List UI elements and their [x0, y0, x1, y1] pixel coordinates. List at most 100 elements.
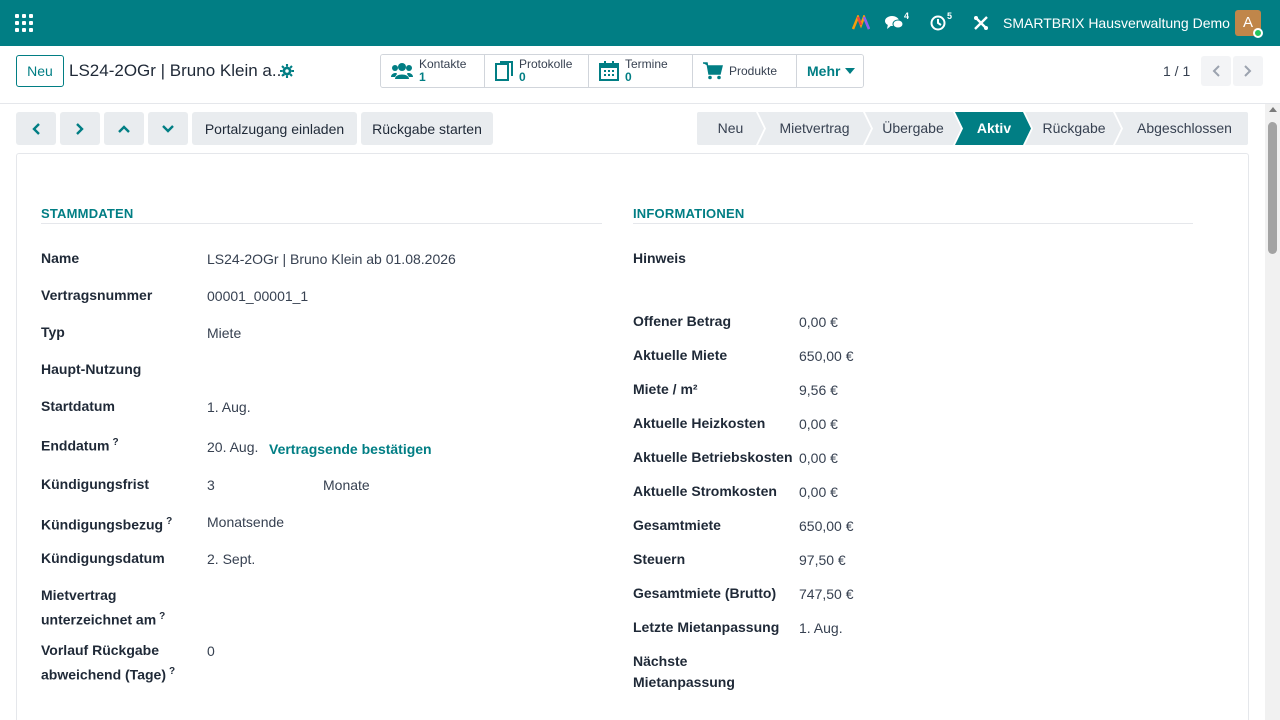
smart-button-count: 1: [419, 70, 426, 84]
label-contract-number: Vertragsnummer: [41, 287, 153, 303]
nav-next-button[interactable]: [60, 112, 100, 145]
smart-button-produkte[interactable]: Produkte: [693, 55, 797, 87]
scrollbar-thumb[interactable]: [1268, 122, 1277, 254]
nav-previous-button[interactable]: [16, 112, 56, 145]
users-icon: [391, 63, 413, 79]
label-end-date-text: Enddatum: [41, 437, 110, 454]
label-rent-per-sqm: Miete / m²: [633, 381, 698, 397]
value-contract-number[interactable]: 00001_00001_1: [207, 288, 308, 304]
caret-down-icon: [845, 68, 856, 74]
smart-button-protokolle[interactable]: Protokolle 0: [485, 55, 589, 87]
label-name: Name: [41, 250, 80, 266]
label-total-rent: Gesamtmiete: [633, 517, 721, 533]
value-rent-per-sqm[interactable]: 9,56 €: [799, 382, 838, 398]
smart-button-kontakte[interactable]: Kontakte 1: [381, 55, 485, 87]
top-navbar: 4 5 SMARTBRIX Hausverwaltung Demo A: [0, 0, 1280, 46]
value-notice-reference[interactable]: Monatsende: [207, 514, 284, 530]
label-return-lead-line2: abweichend (Tage): [41, 666, 166, 683]
smart-button-termine[interactable]: Termine 0: [589, 55, 693, 87]
label-type: Typ: [41, 324, 65, 340]
pager-value[interactable]: 1 / 1: [1163, 63, 1190, 79]
smart-button-label: Kontakte: [419, 57, 467, 71]
label-hint: Hinweis: [633, 250, 686, 266]
discuss-button[interactable]: 4: [885, 0, 909, 46]
start-return-button[interactable]: Rückgabe starten: [361, 112, 493, 145]
value-return-lead[interactable]: 0: [207, 643, 215, 659]
apps-menu-icon[interactable]: [15, 14, 33, 32]
stage-rueckgabe[interactable]: Rückgabe: [1033, 112, 1115, 145]
scroll-up-arrow-icon[interactable]: [1269, 107, 1277, 112]
label-notice-reference: Kündigungsbezug?: [41, 511, 172, 536]
label-signed-on-line2: unterzeichnet am: [41, 611, 157, 628]
value-notice-unit[interactable]: Monate: [323, 477, 370, 493]
form-sheet: STAMMDATEN Name LS24-2OGr | Bruno Klein …: [16, 153, 1249, 720]
chat-icon: [885, 16, 903, 29]
label-operating-costs: Aktuelle Betriebskosten: [633, 449, 793, 465]
value-notice-period[interactable]: 3: [207, 477, 215, 493]
value-name[interactable]: LS24-2OGr | Bruno Klein ab 01.08.2026: [207, 251, 456, 267]
stage-uebergabe[interactable]: Übergabe: [873, 112, 953, 145]
stage-aktiv[interactable]: Aktiv: [963, 112, 1025, 145]
value-open-amount[interactable]: 0,00 €: [799, 314, 838, 330]
label-electricity-costs: Aktuelle Stromkosten: [633, 483, 777, 499]
record-breadcrumb-title: LS24-2OGr | Bruno Klein a...: [69, 61, 287, 80]
label-next-rent-adjustment-line2: Mietanpassung: [633, 674, 735, 690]
value-electricity-costs[interactable]: 0,00 €: [799, 484, 838, 500]
app-logo-icon[interactable]: [852, 0, 870, 46]
label-notice-period: Kündigungsfrist: [41, 476, 150, 492]
pager-next-button[interactable]: [1233, 56, 1263, 86]
smart-button-label: Protokolle: [519, 57, 573, 71]
nav-up-button[interactable]: [104, 112, 144, 145]
label-signed-on: Mietvertrag unterzeichnet am?: [41, 585, 165, 631]
chevron-right-icon: [1244, 65, 1252, 77]
help-tooltip-icon[interactable]: ?: [169, 666, 175, 677]
new-record-button[interactable]: Neu: [16, 55, 64, 87]
label-next-rent-adjustment: Nächste Mietanpassung: [633, 651, 735, 693]
label-heating-costs: Aktuelle Heizkosten: [633, 415, 766, 431]
gear-icon[interactable]: [280, 64, 294, 78]
value-operating-costs[interactable]: 0,00 €: [799, 450, 838, 466]
label-notice-date: Kündigungsdatum: [41, 550, 165, 566]
label-notice-reference-text: Kündigungsbezug: [41, 516, 164, 533]
chevron-up-icon: [118, 124, 130, 133]
control-panel: Neu LS24-2OGr | Bruno Klein a... Kontakt…: [0, 46, 1280, 104]
invite-portal-button[interactable]: Portalzugang einladen: [192, 112, 357, 145]
value-end-date[interactable]: 20. Aug.: [207, 439, 258, 455]
value-total-rent[interactable]: 650,00 €: [799, 518, 854, 534]
label-open-amount: Offener Betrag: [633, 313, 732, 329]
value-start-date[interactable]: 1. Aug.: [207, 399, 251, 415]
value-heating-costs[interactable]: 0,00 €: [799, 416, 838, 432]
more-dropdown[interactable]: Mehr: [797, 55, 863, 87]
chevron-left-icon: [32, 122, 40, 135]
activity-button[interactable]: 5: [930, 0, 952, 46]
chevron-down-icon: [162, 124, 174, 133]
value-notice-date[interactable]: 2. Sept.: [207, 551, 255, 567]
label-signed-on-line1: Mietvertrag: [41, 587, 117, 603]
label-start-date: Startdatum: [41, 398, 115, 414]
value-current-rent[interactable]: 650,00 €: [799, 348, 854, 364]
value-type[interactable]: Miete: [207, 325, 241, 341]
label-taxes: Steuern: [633, 551, 686, 567]
nav-down-button[interactable]: [148, 112, 188, 145]
stage-neu[interactable]: Neu: [697, 112, 764, 145]
label-return-lead: Vorlauf Rückgabe abweichend (Tage)?: [41, 640, 175, 686]
online-status-icon: [1253, 28, 1263, 38]
chevron-left-icon: [1212, 65, 1220, 77]
chevron-right-icon: [76, 122, 84, 135]
label-total-rent-gross: Gesamtmiete (Brutto): [633, 585, 777, 601]
confirm-contract-end-link[interactable]: Vertragsende bestätigen: [269, 441, 432, 457]
help-tooltip-icon[interactable]: ?: [112, 437, 118, 448]
value-last-rent-adjustment[interactable]: 1. Aug.: [799, 620, 843, 636]
value-total-rent-gross[interactable]: 747,50 €: [799, 586, 854, 602]
stage-mietvertrag[interactable]: Mietvertrag: [766, 112, 863, 145]
section-divider: [633, 223, 1193, 224]
tools-icon[interactable]: [973, 0, 989, 46]
value-taxes[interactable]: 97,50 €: [799, 552, 846, 568]
stage-abgeschlossen[interactable]: Abgeschlossen: [1123, 112, 1246, 145]
company-name: SMARTBRIX Hausverwaltung Demo: [1003, 15, 1230, 31]
help-tooltip-icon[interactable]: ?: [159, 611, 165, 622]
activity-count: 5: [947, 11, 953, 21]
pager-previous-button[interactable]: [1201, 56, 1231, 86]
company-switcher[interactable]: SMARTBRIX Hausverwaltung Demo: [1003, 0, 1230, 46]
help-tooltip-icon[interactable]: ?: [166, 516, 172, 527]
